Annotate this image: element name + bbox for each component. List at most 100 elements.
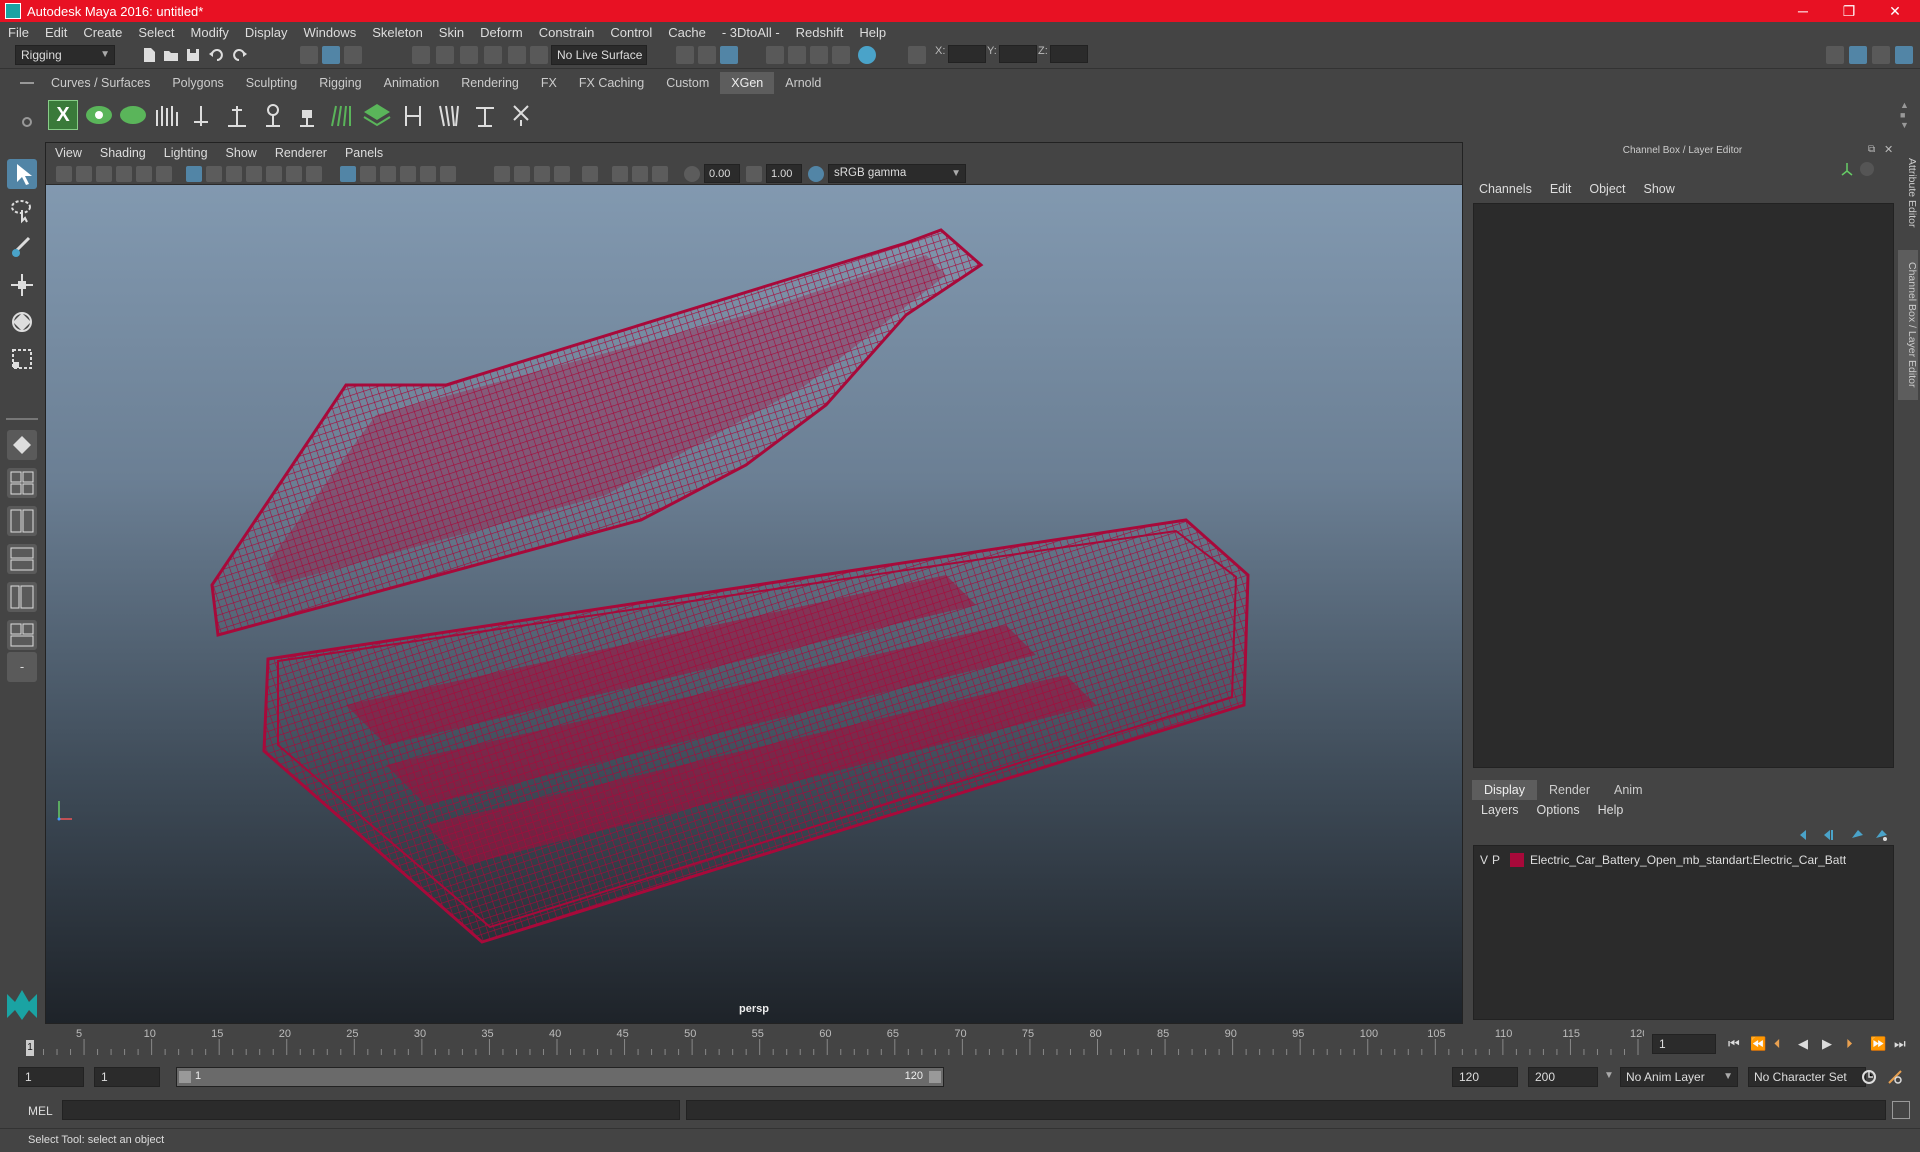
xgen-guides-icon[interactable] [152, 100, 182, 130]
snap-point-icon[interactable] [460, 46, 478, 64]
new-empty-layer-icon[interactable] [1850, 828, 1864, 842]
command-input[interactable] [62, 1100, 680, 1120]
script-editor-icon[interactable] [1892, 1101, 1910, 1119]
menu-set-dropdown[interactable]: Rigging ▼ [15, 45, 115, 65]
four-view-layout-icon[interactable] [7, 468, 37, 498]
vp-menu-view[interactable]: View [46, 146, 91, 160]
le-menu-layers[interactable]: Layers [1472, 803, 1528, 817]
wireframe-shading-icon[interactable] [340, 166, 356, 182]
vp-menu-shading[interactable]: Shading [91, 146, 155, 160]
menu-skin[interactable]: Skin [431, 25, 472, 40]
save-scene-icon[interactable] [184, 46, 202, 64]
chevron-down-icon[interactable]: ▼ [1604, 1070, 1614, 1081]
move-layer-down-icon[interactable] [1822, 828, 1836, 842]
layout-more-icon[interactable]: - [7, 652, 37, 682]
playback-end-field[interactable]: 120 [1452, 1067, 1518, 1087]
shelf-tab-curves-surfaces[interactable]: Curves / Surfaces [40, 72, 161, 94]
anim-start-field[interactable]: 1 [18, 1067, 84, 1087]
textured-icon[interactable] [400, 166, 416, 182]
scale-tool-icon[interactable] [7, 344, 37, 374]
channel-box-toggle-icon[interactable] [1895, 46, 1913, 64]
layer-playback-toggle[interactable]: P [1492, 853, 1510, 867]
rotate-tool-icon[interactable] [7, 307, 37, 337]
input-ops-icon[interactable] [676, 46, 694, 64]
snap-surface-icon[interactable] [508, 46, 526, 64]
vp-menu-lighting[interactable]: Lighting [155, 146, 217, 160]
output-ops-icon[interactable] [698, 46, 716, 64]
move-tool-icon[interactable] [7, 270, 37, 300]
construction-history-icon[interactable] [720, 46, 738, 64]
attribute-editor-toggle-icon[interactable] [1849, 46, 1867, 64]
menu-control[interactable]: Control [602, 25, 660, 40]
menu-display[interactable]: Display [237, 25, 296, 40]
render-frame-icon[interactable] [788, 46, 806, 64]
hypershade-icon[interactable] [858, 46, 876, 64]
shelf-tab-rendering[interactable]: Rendering [450, 72, 530, 94]
transform-mode-icon[interactable] [908, 46, 926, 64]
gate-mask-icon[interactable] [246, 166, 262, 182]
layer-tab-render[interactable]: Render [1537, 780, 1602, 800]
film-gate-icon[interactable] [206, 166, 222, 182]
depth-of-field-icon[interactable] [554, 166, 570, 182]
range-slider[interactable]: 1 120 [176, 1067, 944, 1087]
current-frame-field[interactable]: 1 [1652, 1034, 1716, 1054]
motion-blur-icon[interactable] [514, 166, 530, 182]
range-end-handle[interactable] [929, 1071, 941, 1083]
persp-graph-layout-icon[interactable] [7, 544, 37, 574]
current-time-marker[interactable]: 1 [26, 1040, 34, 1056]
playback-start-field[interactable]: 1 [94, 1067, 160, 1087]
xgen-lock-guide-icon[interactable] [292, 100, 322, 130]
character-set-dropdown[interactable]: No Character Set [1748, 1067, 1866, 1087]
xgen-grooming-icon[interactable] [326, 100, 356, 130]
open-scene-icon[interactable] [162, 46, 180, 64]
layer-name[interactable]: Electric_Car_Battery_Open_mb_standart:El… [1530, 853, 1846, 867]
shelf-tab-polygons[interactable]: Polygons [161, 72, 234, 94]
axis-orient-icon[interactable] [1840, 162, 1854, 176]
live-surface-field[interactable]: No Live Surface [551, 45, 647, 65]
screen-space-ao-icon[interactable] [494, 166, 510, 182]
layer-tab-anim[interactable]: Anim [1602, 780, 1654, 800]
xgen-create-description-icon[interactable] [118, 100, 148, 130]
step-back-frame-icon[interactable]: ⏪ [1750, 1036, 1766, 1052]
cb-menu-object[interactable]: Object [1580, 182, 1634, 196]
channel-box-side-tab[interactable]: Channel Box / Layer Editor [1898, 250, 1918, 400]
xgen-sculpt-icon[interactable] [398, 100, 428, 130]
layer-tab-display[interactable]: Display [1472, 780, 1537, 800]
shelf-menu-icon[interactable] [20, 82, 34, 84]
play-backwards-icon[interactable]: ◀ [1798, 1036, 1808, 1052]
new-scene-icon[interactable] [140, 46, 158, 64]
shelf-scroll-arrows-icon[interactable]: ▲ ■ ▼ [1900, 100, 1909, 130]
xgen-preview-icon[interactable] [84, 100, 114, 130]
layer-visibility-toggle[interactable]: V [1480, 853, 1492, 867]
shelf-tab-fx-caching[interactable]: FX Caching [568, 72, 655, 94]
tool-settings-toggle-icon[interactable] [1872, 46, 1890, 64]
menu-cache[interactable]: Cache [660, 25, 714, 40]
render-view-icon[interactable] [766, 46, 784, 64]
single-perspective-layout-icon[interactable] [7, 430, 37, 460]
lasso-tool-icon[interactable] [7, 196, 37, 226]
xgen-layers-icon[interactable] [362, 100, 392, 130]
menu-help[interactable]: Help [851, 25, 894, 40]
menu-3dtoall[interactable]: - 3DtoAll - [714, 25, 788, 40]
close-button[interactable]: ✕ [1872, 0, 1918, 22]
shadows-icon[interactable] [440, 166, 456, 182]
menu-skeleton[interactable]: Skeleton [364, 25, 431, 40]
menu-file[interactable]: File [0, 25, 37, 40]
new-layer-from-selection-icon[interactable] [1874, 828, 1888, 842]
play-forwards-icon[interactable]: ▶ [1822, 1036, 1832, 1052]
select-tool-icon[interactable] [7, 159, 37, 189]
render-settings-icon[interactable] [832, 46, 850, 64]
menu-redshift[interactable]: Redshift [788, 25, 852, 40]
layer-row[interactable]: V P Electric_Car_Battery_Open_mb_standar… [1476, 850, 1891, 870]
grid-toggle-icon[interactable] [186, 166, 202, 182]
paint-select-tool-icon[interactable] [7, 233, 37, 263]
shelf-tab-rigging[interactable]: Rigging [308, 72, 372, 94]
resolution-gate-icon[interactable] [226, 166, 242, 182]
select-object-icon[interactable] [322, 46, 340, 64]
step-back-key-icon[interactable]: ⏴ [1774, 1036, 1781, 1052]
channel-box-body[interactable] [1473, 203, 1894, 768]
xgen-add-guide-icon[interactable] [186, 100, 216, 130]
gamma-icon[interactable] [746, 166, 762, 182]
safe-title-icon[interactable] [306, 166, 322, 182]
shelf-tab-xgen[interactable]: XGen [720, 72, 775, 94]
